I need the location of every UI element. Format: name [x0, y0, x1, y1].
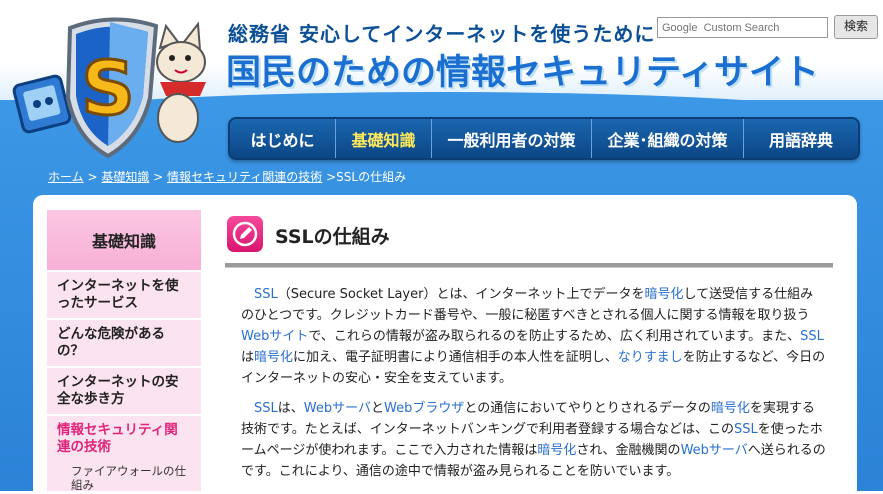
- breadcrumb: ホーム > 基礎知識 > 情報セキュリティ関連の技術 >SSLの仕組み: [48, 168, 406, 185]
- breadcrumb-separator: >: [83, 170, 102, 184]
- glossary-link[interactable]: Webサーバ: [304, 401, 371, 416]
- glossary-link[interactable]: なりすまし: [618, 350, 683, 365]
- site-logo[interactable]: S: [10, 6, 225, 166]
- article-text: （Secure Socket Layer）とは、インターネット上でデータを: [277, 287, 645, 302]
- breadcrumb-tech[interactable]: 情報セキュリティ関連の技術: [167, 170, 322, 184]
- article-text: は: [241, 350, 255, 365]
- pencil-icon: [227, 216, 263, 252]
- sidebar-item-safe-browsing[interactable]: インターネットの安全な歩き方: [47, 366, 201, 414]
- page-title: SSLの仕組み: [275, 226, 390, 248]
- article-paragraph-1: SSL（Secure Socket Layer）とは、インターネット上でデータを…: [241, 284, 826, 389]
- sidebar-subitem-firewall[interactable]: ファイアウォールの仕組み: [47, 462, 201, 494]
- article-text: され、金融機関の: [576, 443, 681, 458]
- site-subtitle: 総務省 安心してインターネットを使うために: [228, 22, 656, 46]
- article-text: との通信においてやりとりされるデータの: [464, 401, 711, 416]
- article-text: は、: [277, 401, 304, 416]
- sidebar-item-security-tech[interactable]: 情報セキュリティ関連の技術: [47, 414, 201, 462]
- article-text: に加え、電子証明書により通信相手の本人性を証明し、: [293, 350, 618, 365]
- title-divider-shadow: [225, 267, 833, 268]
- glossary-link[interactable]: 暗号化: [644, 287, 683, 302]
- nav-item-glossary[interactable]: 用語辞典: [744, 119, 858, 158]
- nav-item-basics[interactable]: 基礎知識: [336, 119, 432, 158]
- main-nav: はじめに 基礎知識 一般利用者の対策 企業･組織の対策 用語辞典: [228, 117, 860, 160]
- monitor-icon: [12, 74, 72, 134]
- glossary-link[interactable]: Webサーバ: [681, 443, 748, 458]
- sidebar-item-internet-services[interactable]: インターネットを使ったサービス: [47, 270, 201, 318]
- glossary-link[interactable]: 暗号化: [254, 350, 293, 365]
- svg-text:S: S: [81, 46, 134, 132]
- breadcrumb-current: >SSLの仕組み: [322, 170, 407, 184]
- sidebar-heading: 基礎知識: [47, 210, 201, 270]
- glossary-link[interactable]: SSL: [800, 329, 824, 344]
- search-button[interactable]: 検索: [834, 15, 878, 39]
- glossary-link[interactable]: 暗号化: [537, 443, 576, 458]
- site-title[interactable]: 国民のための情報セキュリティサイト: [226, 44, 819, 95]
- glossary-link[interactable]: SSL: [254, 401, 278, 416]
- breadcrumb-basics[interactable]: 基礎知識: [101, 170, 149, 184]
- article-text: で、これらの情報が盗み取られるのを防止するため、広く利用されています。また、: [308, 329, 801, 344]
- nav-item-organizations[interactable]: 企業･組織の対策: [592, 119, 744, 158]
- sidebar: 基礎知識 インターネットを使ったサービス どんな危険があるの？ インターネットの…: [47, 210, 201, 494]
- breadcrumb-separator: >: [149, 170, 168, 184]
- sidebar-item-dangers[interactable]: どんな危険があるの？: [47, 318, 201, 366]
- nav-item-intro[interactable]: はじめに: [230, 119, 336, 158]
- nav-item-general-users[interactable]: 一般利用者の対策: [432, 119, 592, 158]
- glossary-link[interactable]: SSL: [254, 287, 278, 302]
- glossary-link[interactable]: SSL: [734, 422, 758, 437]
- article-paragraph-2: SSLは、WebサーバとWebブラウザとの通信においてやりとりされるデータの暗号…: [241, 398, 826, 482]
- glossary-link[interactable]: 暗号化: [711, 401, 750, 416]
- search-input[interactable]: [657, 17, 828, 38]
- article-text: と: [370, 401, 384, 416]
- breadcrumb-home[interactable]: ホーム: [48, 170, 84, 184]
- shield-icon: S: [65, 17, 159, 159]
- glossary-link[interactable]: Webブラウザ: [384, 401, 464, 416]
- cat-mascot-icon: [156, 21, 206, 143]
- glossary-link[interactable]: Webサイト: [241, 329, 308, 344]
